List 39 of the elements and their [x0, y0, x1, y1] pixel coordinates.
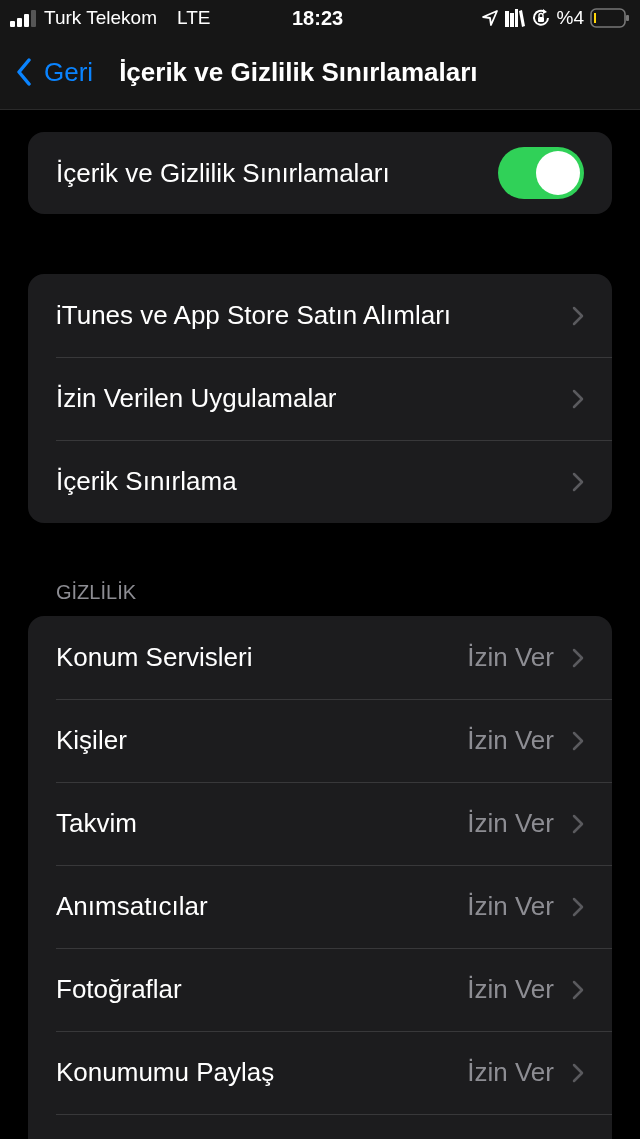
- battery-percent: %4: [556, 7, 584, 29]
- status-time: 18:23: [292, 6, 344, 30]
- permission-value: İzin Ver: [467, 725, 554, 756]
- privacy-item-label[interactable]: Konum Servisleri: [56, 642, 468, 673]
- permission-value: İzin Ver: [467, 808, 554, 839]
- chevron-right-icon: [572, 647, 584, 668]
- section-header: GİZLİLİK: [56, 581, 138, 604]
- chevron-right-icon: [572, 305, 584, 326]
- page-title: İçerik ve Gizlilik Sınırlamaları: [119, 56, 478, 88]
- permission-value: İzin Ver: [467, 642, 554, 673]
- chevron-right-icon: [572, 979, 584, 1000]
- menu-item-label[interactable]: İçerik Sınırlama: [56, 466, 572, 497]
- toggle-switch[interactable]: [498, 147, 584, 199]
- rotation-lock-icon: [530, 8, 551, 28]
- chevron-right-icon: [572, 471, 584, 492]
- carrier-name: Turk Telekom: [44, 7, 157, 29]
- books-icon: [504, 9, 525, 27]
- permission-value: İzin Ver: [467, 1057, 554, 1088]
- chevron-right-icon: [572, 813, 584, 834]
- location-arrow-icon: [480, 9, 499, 27]
- permission-value: İzin Ver: [467, 891, 554, 922]
- chevron-left-icon: [16, 58, 32, 86]
- chevron-right-icon: [572, 730, 584, 751]
- privacy-item-label[interactable]: Konumumu Paylaş: [56, 1057, 468, 1088]
- battery-icon: [590, 8, 630, 28]
- chevron-right-icon: [572, 896, 584, 917]
- chevron-right-icon: [572, 1062, 584, 1083]
- privacy-item-label[interactable]: Fotoğraflar: [56, 974, 468, 1005]
- signal-icon: [10, 9, 38, 27]
- network-type: LTE: [177, 7, 211, 29]
- privacy-item-label[interactable]: Takvim: [56, 808, 468, 839]
- permission-value: İzin Ver: [467, 974, 554, 1005]
- setting-label: İçerik ve Gizlilik Sınırlamaları: [56, 157, 391, 189]
- menu-item-label[interactable]: iTunes ve App Store Satın Alımları: [56, 300, 572, 331]
- menu-item-label[interactable]: İzin Verilen Uygulamalar: [56, 383, 572, 414]
- privacy-item-label[interactable]: Kişiler: [56, 725, 468, 756]
- back-button[interactable]: Geri: [16, 56, 94, 88]
- chevron-right-icon: [572, 388, 584, 409]
- privacy-item-label[interactable]: Anımsatıcılar: [56, 891, 468, 922]
